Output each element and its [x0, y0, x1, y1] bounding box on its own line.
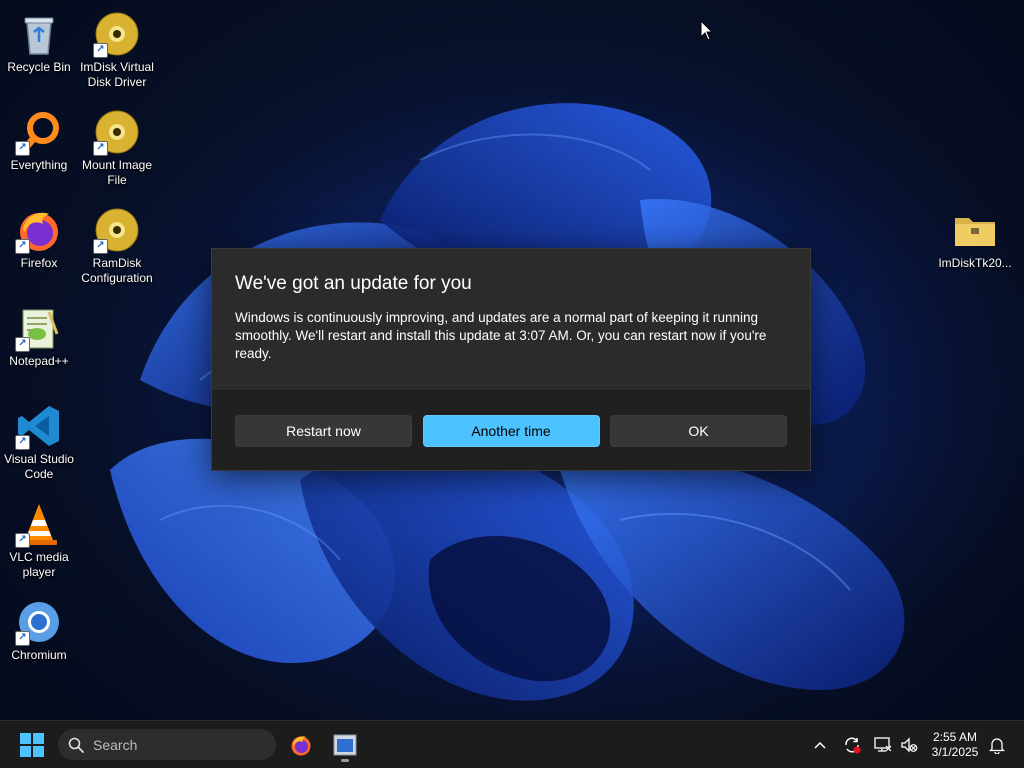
desktop-icon-label: ImDiskTk20...: [938, 256, 1012, 270]
clock-date: 3/1/2025: [931, 745, 979, 759]
network-tray-button[interactable]: [872, 733, 894, 757]
vscode-icon: ↗: [15, 402, 63, 450]
taskbar-clock[interactable]: 2:55 AM 3/1/2025: [922, 730, 988, 760]
desktop-icon-label: ImDisk Virtual Disk Driver: [80, 60, 154, 89]
dialog-footer: Restart now Another time OK: [212, 390, 810, 470]
clock-time: 2:55 AM: [932, 730, 978, 744]
desktop-icon-label: Visual Studio Code: [4, 452, 74, 481]
recycle-bin-icon: [15, 10, 63, 58]
mouse-cursor-icon: [700, 20, 714, 41]
shortcut-arrow-icon: ↗: [15, 239, 30, 254]
shortcut-arrow-icon: ↗: [15, 435, 30, 450]
notifications-button[interactable]: [986, 733, 1008, 757]
taskbar-firefox-button[interactable]: [284, 726, 318, 764]
desktop-icon-visual-studio-code[interactable]: ↗ Visual Studio Code: [0, 398, 78, 482]
update-dialog: We've got an update for you Windows is c…: [211, 248, 811, 471]
shortcut-arrow-icon: ↗: [93, 43, 108, 58]
desktop-icon-ramdisk-configuration[interactable]: ↗ RamDisk Configuration: [78, 202, 156, 286]
desktop-icon-label: Notepad++: [9, 354, 69, 368]
vlc-cone-icon: ↗: [15, 500, 63, 548]
shortcut-arrow-icon: ↗: [93, 239, 108, 254]
zip-folder-icon: [951, 206, 999, 254]
network-icon: [874, 737, 892, 752]
magnifier-icon: ↗: [15, 108, 63, 156]
firefox-icon: ↗: [15, 206, 63, 254]
shortcut-arrow-icon: ↗: [15, 631, 30, 646]
disc-icon: ↗: [93, 206, 141, 254]
volume-muted-icon: [901, 737, 918, 753]
desktop-icon-chromium[interactable]: ↗ Chromium: [0, 594, 78, 663]
windows-update-icon: [845, 737, 861, 754]
desktop-icon-label: Firefox: [20, 256, 58, 270]
desktop-icon-label: RamDisk Configuration: [81, 256, 153, 285]
search-icon: [68, 737, 84, 753]
notepad-plus-plus-icon: ↗: [15, 304, 63, 352]
app-window-icon: [333, 734, 357, 756]
shortcut-arrow-icon: ↗: [15, 337, 30, 352]
desktop-icon-label: VLC media player: [9, 550, 69, 579]
search-placeholder: Search: [93, 736, 138, 753]
taskbar-search-box[interactable]: Search: [58, 729, 276, 760]
shortcut-arrow-icon: ↗: [93, 141, 108, 156]
desktop-icon-firefox[interactable]: ↗ Firefox: [0, 202, 78, 271]
desktop-icon-vlc-media-player[interactable]: ↗ VLC media player: [0, 496, 78, 580]
restart-now-button[interactable]: Restart now: [235, 414, 412, 447]
update-status-tray-button[interactable]: [841, 733, 863, 757]
bell-icon: [989, 738, 1005, 754]
desktop-icon-notepad-plus-plus[interactable]: ↗ Notepad++: [0, 300, 78, 369]
desktop-icon-label: Everything: [10, 158, 68, 172]
dialog-message: Windows is continuously improving, and u…: [235, 310, 767, 361]
desktop: Recycle Bin ↗ Everything ↗ Firefox ↗ Not…: [0, 0, 1024, 768]
taskbar: Search 2:55 AM 3/1/2025: [0, 720, 1024, 768]
chevron-up-icon: [814, 741, 826, 749]
shortcut-arrow-icon: ↗: [15, 141, 30, 156]
desktop-icon-label: Mount Image File: [81, 158, 153, 187]
another-time-button[interactable]: Another time: [422, 414, 600, 447]
windows-logo-icon: [20, 733, 44, 757]
desktop-icon-mount-image-file[interactable]: ↗ Mount Image File: [78, 104, 156, 188]
show-hidden-icons-button[interactable]: [810, 733, 830, 757]
disc-icon: ↗: [93, 108, 141, 156]
desktop-icon-everything[interactable]: ↗ Everything: [0, 104, 78, 173]
start-button[interactable]: [12, 726, 52, 764]
desktop-icon-imdisk-virtual-disk-driver[interactable]: ↗ ImDisk Virtual Disk Driver: [78, 6, 156, 90]
dialog-body: We've got an update for you Windows is c…: [212, 249, 810, 391]
disc-icon: ↗: [93, 10, 141, 58]
chromium-icon: ↗: [15, 598, 63, 646]
running-indicator: [341, 759, 349, 762]
desktop-icon-imdisktk-folder[interactable]: ImDiskTk20...: [936, 202, 1014, 271]
volume-tray-button[interactable]: [898, 733, 920, 757]
firefox-icon: [291, 736, 311, 756]
desktop-icon-recycle-bin[interactable]: Recycle Bin: [0, 6, 78, 75]
desktop-icon-label: Chromium: [11, 648, 67, 662]
dialog-title: We've got an update for you: [235, 273, 472, 294]
ok-button[interactable]: OK: [610, 414, 787, 447]
taskbar-app-button[interactable]: [327, 726, 363, 764]
shortcut-arrow-icon: ↗: [15, 533, 30, 548]
desktop-icon-label: Recycle Bin: [7, 60, 71, 74]
